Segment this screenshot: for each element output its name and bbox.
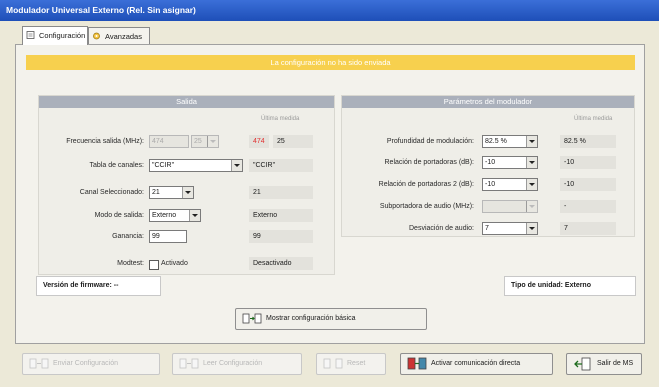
modtest-label: Modtest:: [117, 260, 144, 267]
relacion-portadoras2-label: Relación de portadoras 2 (dB):: [378, 181, 474, 188]
title-bar: Modulador Universal Externo (Rel. Sin as…: [0, 0, 659, 21]
frecuencia-khz-dropdown[interactable]: 25: [191, 135, 219, 148]
parametros-header: Parámetros del modulador: [342, 96, 634, 108]
desviacion-audio-label: Desviación de audio:: [409, 225, 474, 232]
modo-salida-label: Modo de salida:: [94, 212, 144, 219]
exit-icon: [574, 357, 591, 371]
chevron-down-icon: [526, 136, 537, 147]
send-config-icon: [29, 358, 49, 369]
firmware-version: Versión de firmware: --: [36, 276, 161, 296]
chevron-down-icon: [182, 187, 193, 198]
relacion-portadoras-label: Relación de portadoras (dB):: [384, 159, 475, 166]
unit-type: Tipo de unidad: Externo: [504, 276, 636, 296]
canal-label: Canal Seleccionado:: [79, 189, 144, 196]
tabla-canales-label: Tabla de canales:: [89, 162, 144, 169]
parametros-group: Parámetros del modulador Última medida P…: [341, 95, 635, 237]
tab-label: Avanzadas: [105, 32, 142, 41]
desviacion-audio-dropdown[interactable]: 7: [482, 222, 538, 235]
relacion-portadoras-measured: -10: [560, 156, 616, 169]
modtest-checkbox[interactable]: [149, 260, 159, 270]
tabla-canales-measured: "CCIR": [249, 159, 313, 172]
activar-comunicacion-button[interactable]: Activar comunicación directa: [400, 353, 553, 375]
subportadora-measured: -: [560, 200, 616, 213]
chevron-down-icon: [189, 210, 200, 221]
ganancia-label: Ganancia:: [112, 233, 144, 240]
modtest-measured: Desactivado: [249, 257, 313, 270]
profundidad-dropdown[interactable]: 82.5 %: [482, 135, 538, 148]
desviacion-audio-measured: 7: [560, 222, 616, 235]
canal-measured: 21: [249, 186, 313, 199]
chevron-down-icon: [231, 160, 242, 171]
frecuencia-measured-a: 474: [249, 135, 269, 148]
canal-dropdown[interactable]: 21: [149, 186, 194, 199]
salida-group: Salida Última medida Frecuencia salida (…: [38, 95, 335, 275]
frecuencia-measured-b: 25: [273, 135, 313, 148]
tab-configuracion[interactable]: Configuración: [22, 26, 88, 45]
salida-last-measure-header: Última medida: [261, 116, 300, 122]
window-title: Modulador Universal Externo (Rel. Sin as…: [6, 5, 196, 15]
frecuencia-label: Frecuencia salida (MHz):: [66, 138, 144, 145]
relacion-portadoras2-measured: -10: [560, 178, 616, 191]
main-window: Modulador Universal Externo (Rel. Sin as…: [0, 0, 659, 387]
chevron-down-icon: [526, 179, 537, 190]
direct-communication-icon: [407, 357, 427, 370]
leer-configuracion-button[interactable]: Leer Configuración: [172, 353, 302, 375]
salir-button[interactable]: Salir de MS: [566, 353, 642, 375]
ganancia-input[interactable]: 99: [149, 230, 187, 243]
tab-label: Configuración: [39, 31, 86, 40]
profundidad-label: Profundidad de modulación:: [386, 138, 474, 145]
modo-salida-measured: Externo: [249, 209, 313, 222]
chevron-down-icon: [526, 157, 537, 168]
chevron-down-icon: [526, 201, 537, 212]
reset-button[interactable]: Reset: [316, 353, 386, 375]
relacion-portadoras2-dropdown[interactable]: -10: [482, 178, 538, 191]
subportadora-label: Subportadora de audio (MHz):: [379, 203, 474, 210]
salida-header: Salida: [39, 96, 334, 108]
parametros-last-measure-header: Última medida: [574, 116, 613, 122]
profundidad-measured: 82.5 %: [560, 135, 616, 148]
chevron-down-icon: [207, 136, 218, 147]
relacion-portadoras-dropdown[interactable]: -10: [482, 156, 538, 169]
status-message: La configuración no ha sido enviada: [26, 55, 635, 70]
read-config-icon: [179, 358, 199, 369]
modtest-checkbox-label: Activado: [161, 260, 188, 267]
reset-icon: [323, 358, 343, 369]
gear-icon: [93, 32, 100, 40]
chevron-down-icon: [526, 223, 537, 234]
frecuencia-mhz-field[interactable]: 474: [149, 135, 189, 148]
ganancia-measured: 99: [249, 230, 313, 243]
config-panel: La configuración no ha sido enviada Sali…: [15, 44, 645, 344]
transfer-icon: [242, 313, 262, 324]
mostrar-configuracion-button[interactable]: Mostrar configuración básica: [235, 308, 427, 330]
tabla-canales-dropdown[interactable]: "CCIR": [149, 159, 243, 172]
tab-avanzadas[interactable]: Avanzadas: [88, 27, 150, 44]
document-icon: [26, 31, 35, 39]
enviar-configuracion-button[interactable]: Enviar Configuración: [22, 353, 160, 375]
modo-salida-dropdown[interactable]: Externo: [149, 209, 201, 222]
subportadora-dropdown[interactable]: [482, 200, 538, 213]
